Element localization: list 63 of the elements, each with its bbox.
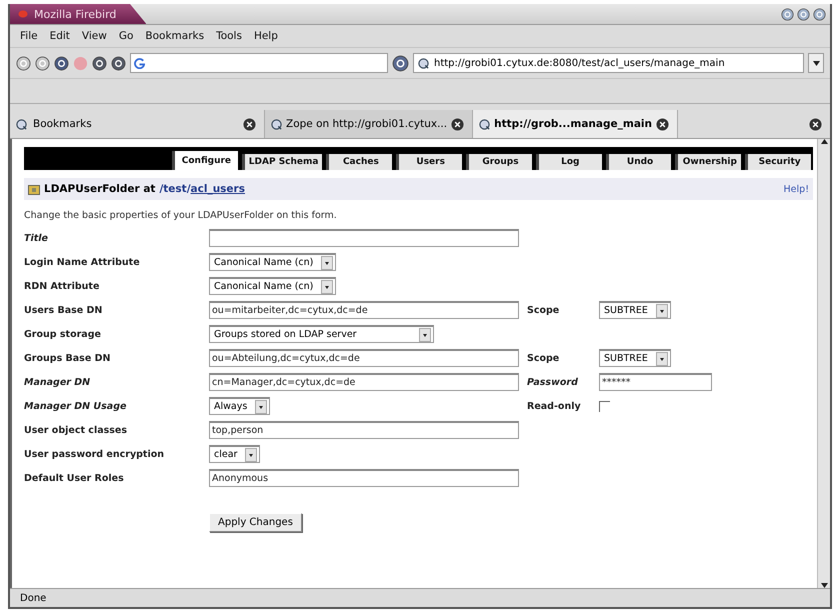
menu-item[interactable]: Edit [50,30,70,42]
menu-item[interactable]: Help [254,30,278,42]
text-field[interactable]: ou=Abteilung,dc=cytux,dc=de [209,349,519,367]
text-field[interactable] [209,229,519,247]
field-label: Manager DN [24,376,92,388]
field-label: Groups Base DN [24,352,112,364]
tab[interactable]: Configure [172,151,238,170]
field-label: Password [527,376,579,388]
scrollbar[interactable] [817,139,830,588]
tab[interactable]: LDAP Schema [242,154,322,170]
text-field[interactable]: Anonymous [209,469,519,487]
help-link[interactable]: Help! [784,184,809,194]
sidebar-title: Bookmarks [33,118,92,130]
select-field[interactable]: Always [209,397,270,415]
search-field[interactable] [130,53,388,73]
field-label: Users Base DN [24,304,104,316]
menu-item[interactable]: Go [118,30,134,42]
field-label: Scope [527,352,560,364]
select-field[interactable]: clear [209,445,260,463]
menu-item[interactable]: View [82,30,107,42]
password-field[interactable]: ****** [599,373,712,391]
scroll-up-icon[interactable] [820,139,828,144]
heading-text: LDAPUserFolder at [44,183,156,195]
field-label: Scope [527,304,560,316]
browser-tab[interactable]: Zope on http://grobi01.cytux... [265,110,474,138]
menu-item[interactable]: File [20,30,38,42]
text-field[interactable]: top,person [209,421,519,439]
select-field[interactable]: Canonical Name (cn) [209,277,336,295]
app-icon [18,10,28,18]
tab[interactable]: Users [396,154,462,170]
caret-icon [812,60,820,66]
tab[interactable]: Ownership [675,154,742,170]
menu-item[interactable]: Tools [216,30,242,42]
tab[interactable]: Log [536,154,602,170]
field-label: Group storage [24,328,102,340]
window-title: Mozilla Firebird [10,4,146,24]
field-label: User password encryption [24,448,166,460]
select-field[interactable]: SUBTREE [599,301,671,319]
menu-item[interactable]: Bookmarks [145,30,204,42]
field-label: Title [24,232,49,244]
tab[interactable]: Security [745,154,812,170]
intro-text: Change the basic properties of your LDAPUserFolder on this form. [24,210,338,221]
field-label: RDN Attribute [24,280,100,292]
browser-tab[interactable]: http://grob...manage_main [473,110,678,138]
field-label: Read-only [527,400,582,412]
field-label: Login Name Attribute [24,256,141,268]
tab[interactable]: Undo [606,154,672,170]
address-field[interactable]: http://grobi01.cytux.de:8080/test/acl_users/manage_main [413,53,804,73]
select-field[interactable]: Groups stored on LDAP server [209,325,434,343]
tab[interactable]: Groups [466,154,532,170]
field-label: User object classes [24,424,128,436]
field-label: Default User Roles [24,472,125,484]
search-engine-icon [134,58,145,68]
dropdown-button[interactable] [808,53,824,73]
path-link[interactable]: acl_users [190,183,245,195]
tab[interactable]: Caches [326,154,392,170]
text-field[interactable]: cn=Manager,dc=cytux,dc=de [209,373,519,391]
select-field[interactable]: SUBTREE [599,349,671,367]
select-field[interactable]: Canonical Name (cn) [209,253,336,271]
path-link[interactable]: /test/ [159,183,191,195]
apply-changes-button[interactable]: Apply Changes [209,513,302,532]
field-label: Manager DN Usage [24,400,128,412]
text-field[interactable]: ou=mitarbeiter,dc=cytux,dc=de [209,301,519,319]
